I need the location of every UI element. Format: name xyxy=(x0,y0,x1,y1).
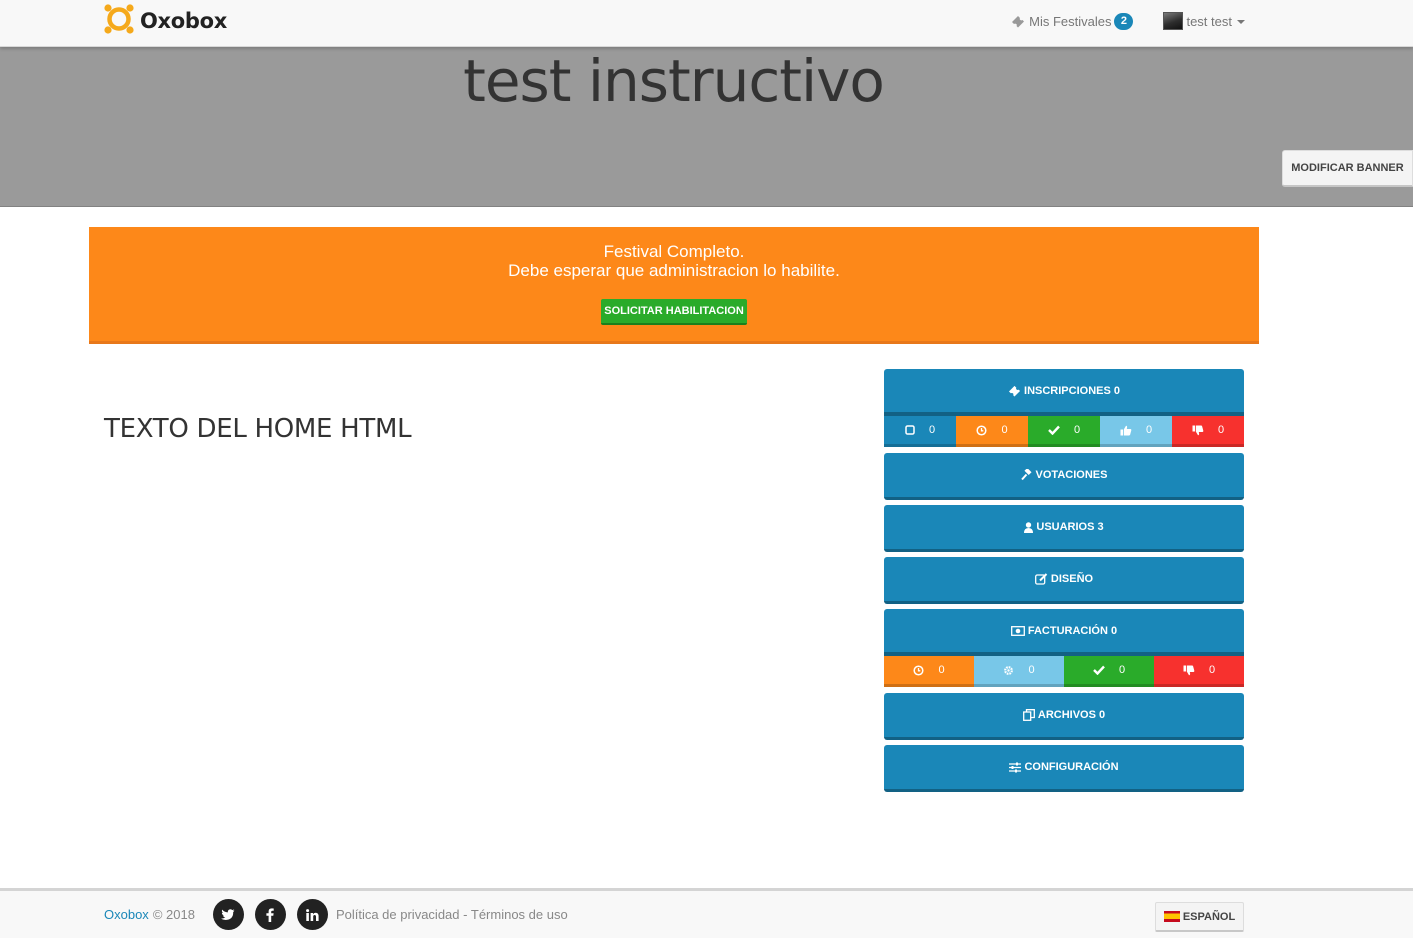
festival-banner: test instructivo MODIFICAR BANNER xyxy=(0,47,1413,207)
home-html-text: TEXTO DEL HOME HTML xyxy=(104,414,412,444)
check-icon xyxy=(1093,665,1105,675)
brand-link[interactable]: Oxobox xyxy=(104,4,227,34)
usuarios-label: USUARIOS 3 xyxy=(1036,521,1104,533)
footer-links: Política de privacidad - Términos de uso xyxy=(336,907,568,922)
terms-link[interactable]: Términos de uso xyxy=(471,907,568,922)
language-label: ESPAÑOL xyxy=(1182,910,1236,923)
caret-down-icon xyxy=(1237,20,1245,24)
facturacion-stat-paid[interactable]: 0 xyxy=(1064,656,1154,687)
stat-value: 0 xyxy=(928,424,936,436)
thumbs-up-icon xyxy=(1120,425,1132,436)
inscripciones-stat-rejected[interactable]: 0 xyxy=(1172,416,1244,447)
clock-icon xyxy=(913,664,924,676)
stat-value: 0 xyxy=(938,664,945,676)
brand-name: Oxobox xyxy=(140,9,228,33)
stat-value: 0 xyxy=(1073,424,1081,436)
facturacion-button[interactable]: FACTURACIÓN 0 xyxy=(884,609,1244,656)
inscripciones-stat-pending[interactable]: 0 xyxy=(884,416,956,447)
privacy-link[interactable]: Política de privacidad xyxy=(336,907,460,922)
request-enable-button[interactable]: SOLICITAR HABILITACION xyxy=(601,299,747,325)
diseno-button[interactable]: DISEÑO xyxy=(884,557,1244,604)
facebook-icon xyxy=(266,907,275,922)
facebook-button[interactable] xyxy=(254,899,286,930)
facturacion-stats: 0 0 0 0 xyxy=(884,656,1244,687)
configuracion-label: CONFIGURACIÓN xyxy=(1024,761,1119,773)
thumbs-down-icon xyxy=(1192,425,1204,436)
facturacion-stat-processing[interactable]: 0 xyxy=(974,656,1064,687)
inscripciones-stat-waiting[interactable]: 0 xyxy=(956,416,1028,447)
inscripciones-label: INSCRIPCIONES 0 xyxy=(1024,384,1120,397)
user-menu-toggle[interactable]: test test xyxy=(1163,12,1245,30)
inscripciones-stats: 0 0 0 0 0 xyxy=(884,416,1244,447)
top-navbar: Oxobox Mis Festivales 2 test test xyxy=(0,0,1413,47)
footer-left: Oxobox © 2018 Política de privacidad - T… xyxy=(104,891,568,938)
stat-value: 0 xyxy=(1001,424,1008,436)
mis-festivales-link[interactable]: Mis Festivales 2 xyxy=(1011,12,1134,30)
configuracion-button[interactable]: CONFIGURACIÓN xyxy=(884,745,1244,792)
diseno-label: DISEÑO xyxy=(1050,573,1094,585)
ticket-icon xyxy=(1008,385,1021,397)
spain-flag-icon xyxy=(1163,911,1180,922)
ticket-icon xyxy=(1012,15,1025,27)
stat-value: 0 xyxy=(1028,664,1035,676)
stat-value: 0 xyxy=(1118,664,1126,676)
gavel-icon xyxy=(1020,469,1033,481)
user-icon xyxy=(1024,521,1034,533)
gear-icon xyxy=(1003,665,1014,676)
facturacion-stat-waiting[interactable]: 0 xyxy=(884,656,974,687)
twitter-icon xyxy=(221,908,235,920)
inscripciones-stat-approved[interactable]: 0 xyxy=(1028,416,1100,447)
stat-value: 0 xyxy=(1145,424,1153,436)
check-icon xyxy=(1048,425,1060,435)
archivos-button[interactable]: ARCHIVOS 0 xyxy=(884,693,1244,740)
thumbs-down-icon xyxy=(1183,665,1195,676)
facturacion-stat-rejected[interactable]: 0 xyxy=(1154,656,1244,687)
footer-copyright: © 2018 xyxy=(152,907,195,922)
avatar xyxy=(1163,12,1184,30)
language-selector-button[interactable]: ESPAÑOL xyxy=(1155,902,1244,932)
festivals-count-badge: 2 xyxy=(1114,12,1134,30)
footer-brand-link[interactable]: Oxobox xyxy=(104,907,149,922)
page-footer: Oxobox © 2018 Política de privacidad - T… xyxy=(0,888,1413,938)
linkedin-icon xyxy=(306,908,319,921)
facturacion-label: FACTURACIÓN 0 xyxy=(1027,624,1118,637)
linkedin-button[interactable] xyxy=(296,899,328,930)
inscripciones-stat-liked[interactable]: 0 xyxy=(1100,416,1172,447)
twitter-button[interactable] xyxy=(212,899,244,930)
footer-separator: - xyxy=(463,907,468,922)
stat-value: 0 xyxy=(1217,424,1225,436)
alert-title: Festival Completo. xyxy=(603,242,745,261)
modify-banner-button[interactable]: MODIFICAR BANNER xyxy=(1282,150,1413,187)
files-icon xyxy=(1022,709,1035,721)
festival-title: test instructivo xyxy=(463,47,885,115)
clock-icon xyxy=(976,424,987,436)
festival-complete-alert: Festival Completo. Debe esperar que admi… xyxy=(89,227,1259,344)
usuarios-button[interactable]: USUARIOS 3 xyxy=(884,505,1244,552)
money-icon xyxy=(1010,625,1025,636)
user-name: test test xyxy=(1186,13,1232,29)
alert-message: Debe esperar que administracion lo habil… xyxy=(508,261,840,280)
navbar-right: Mis Festivales 2 test test xyxy=(1011,12,1245,30)
mis-festivales-label: Mis Festivales xyxy=(1029,13,1112,29)
votaciones-label: VOTACIONES xyxy=(1035,469,1108,481)
stat-value: 0 xyxy=(1208,664,1216,676)
sliders-icon xyxy=(1009,762,1022,773)
oxobox-logo-icon xyxy=(104,4,134,34)
edit-icon xyxy=(1034,573,1048,585)
inscripciones-button[interactable]: INSCRIPCIONES 0 xyxy=(884,369,1244,416)
archivos-label: ARCHIVOS 0 xyxy=(1037,709,1106,721)
square-icon xyxy=(905,425,915,435)
votaciones-button[interactable]: VOTACIONES xyxy=(884,453,1244,500)
